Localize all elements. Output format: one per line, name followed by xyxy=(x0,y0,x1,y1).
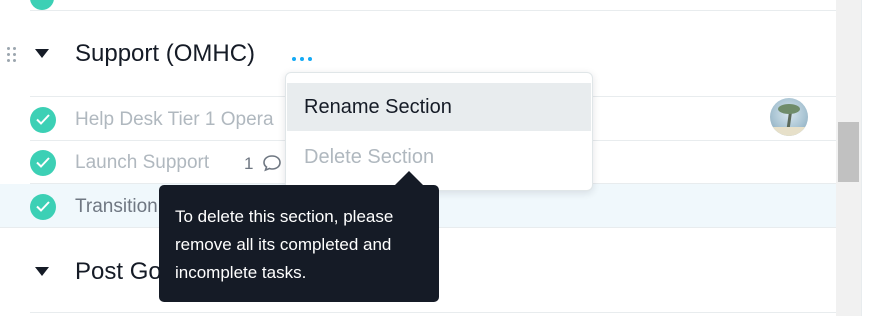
collapse-caret-icon[interactable] xyxy=(35,49,49,58)
complete-check-icon[interactable] xyxy=(30,0,54,10)
task-name[interactable]: Help Desk Tier 1 Opera xyxy=(75,108,274,132)
panel-edge xyxy=(861,0,870,316)
more-actions-icon[interactable] xyxy=(292,48,316,62)
complete-check-icon[interactable] xyxy=(30,107,56,133)
task-name[interactable]: Launch Support xyxy=(75,151,209,175)
section-title[interactable]: Support (OMHC) xyxy=(75,39,255,69)
vertical-scrollbar[interactable] xyxy=(836,0,861,316)
task-row-partial[interactable] xyxy=(30,0,836,11)
complete-check-icon[interactable] xyxy=(30,150,56,176)
rename-section-menu-item[interactable]: Rename Section xyxy=(287,83,591,131)
divider xyxy=(30,312,836,313)
comment-bubble-icon xyxy=(263,155,281,172)
delete-section-menu-item[interactable]: Delete Section xyxy=(287,133,591,181)
tooltip-arrow xyxy=(395,171,423,185)
complete-check-icon[interactable] xyxy=(30,194,56,220)
comment-count: 1 xyxy=(244,154,254,173)
collapse-caret-icon[interactable] xyxy=(35,267,49,276)
scrollbar-thumb[interactable] xyxy=(838,122,859,182)
assignee-avatar[interactable] xyxy=(770,98,808,136)
task-name[interactable]: Transition xyxy=(75,195,158,219)
section-context-menu: Rename Section Delete Section xyxy=(285,72,593,191)
delete-disabled-tooltip: To delete this section, please remove al… xyxy=(159,185,439,302)
drag-handle-icon[interactable] xyxy=(6,44,20,64)
section-title[interactable]: Post Go xyxy=(75,257,162,287)
section-header: Support (OMHC) xyxy=(0,36,836,72)
